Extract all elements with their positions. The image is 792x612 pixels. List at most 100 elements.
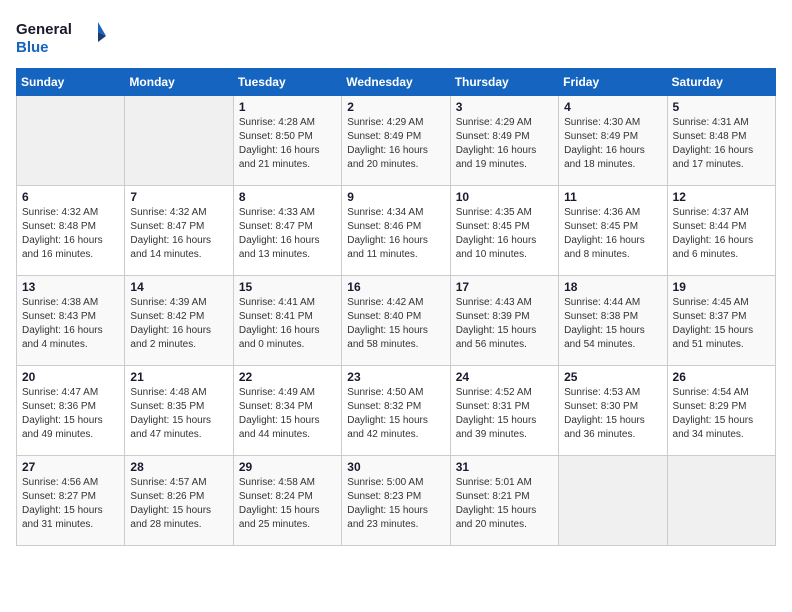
calendar-cell: 13 Sunrise: 4:38 AMSunset: 8:43 PMDayligh… xyxy=(17,276,125,366)
calendar-cell: 29 Sunrise: 4:58 AMSunset: 8:24 PMDayligh… xyxy=(233,456,341,546)
calendar-cell: 10 Sunrise: 4:35 AMSunset: 8:45 PMDayligh… xyxy=(450,186,558,276)
day-info: Sunrise: 4:44 AMSunset: 8:38 PMDaylight:… xyxy=(564,296,661,352)
calendar-cell: 28Sunrise: 4:57 AMSunset: 8:26 PMDayligh… xyxy=(125,456,233,546)
day-number: 9 xyxy=(347,190,444,204)
day-number: 10 xyxy=(456,190,553,204)
day-number: 18 xyxy=(564,280,661,294)
calendar-header-row: SundayMondayTuesdayWednesdayThursdayFrid… xyxy=(17,69,776,96)
day-info: Sunrise: 4:52 AMSunset: 8:31 PMDaylight:… xyxy=(456,386,553,442)
calendar-cell: 7Sunrise: 4:32 AMSunset: 8:47 PMDaylight… xyxy=(125,186,233,276)
day-info: Sunrise: 4:33 AMSunset: 8:47 PMDaylight:… xyxy=(239,206,336,262)
day-number: 17 xyxy=(456,280,553,294)
column-header-friday: Friday xyxy=(559,69,667,96)
calendar-week-5: 27Sunrise: 4:56 AMSunset: 8:27 PMDayligh… xyxy=(17,456,776,546)
day-number: 6 xyxy=(22,190,119,204)
calendar-cell: 1Sunrise: 4:28 AMSunset: 8:50 PMDaylight… xyxy=(233,96,341,186)
calendar-cell: 6 Sunrise: 4:32 AMSunset: 8:48 PMDaylight… xyxy=(17,186,125,276)
calendar-week-2: 6 Sunrise: 4:32 AMSunset: 8:48 PMDaylight… xyxy=(17,186,776,276)
calendar-cell: 11 Sunrise: 4:36 AMSunset: 8:45 PMDayligh… xyxy=(559,186,667,276)
logo-icon: General Blue xyxy=(16,16,106,60)
day-info: Sunrise: 4:29 AMSunset: 8:49 PMDaylight:… xyxy=(347,116,444,172)
svg-text:Blue: Blue xyxy=(16,39,49,56)
day-number: 11 xyxy=(564,190,661,204)
day-info: Sunrise: 4:57 AMSunset: 8:26 PMDaylight:… xyxy=(130,476,227,532)
day-number: 14 xyxy=(130,280,227,294)
column-header-saturday: Saturday xyxy=(667,69,775,96)
day-info: Sunrise: 4:32 AMSunset: 8:48 PMDaylight:… xyxy=(22,206,119,262)
calendar-cell: 23Sunrise: 4:50 AMSunset: 8:32 PMDayligh… xyxy=(342,366,450,456)
day-number: 23 xyxy=(347,370,444,384)
day-number: 15 xyxy=(239,280,336,294)
calendar-cell: 31Sunrise: 5:01 AMSunset: 8:21 PMDayligh… xyxy=(450,456,558,546)
day-info: Sunrise: 4:43 AMSunset: 8:39 PMDaylight:… xyxy=(456,296,553,352)
calendar-cell: 24 Sunrise: 4:52 AMSunset: 8:31 PMDayligh… xyxy=(450,366,558,456)
day-number: 5 xyxy=(673,100,770,114)
day-number: 19 xyxy=(673,280,770,294)
day-info: Sunrise: 4:41 AMSunset: 8:41 PMDaylight:… xyxy=(239,296,336,352)
calendar-cell: 21 Sunrise: 4:48 AMSunset: 8:35 PMDayligh… xyxy=(125,366,233,456)
day-info: Sunrise: 4:36 AMSunset: 8:45 PMDaylight:… xyxy=(564,206,661,262)
calendar-cell: 16 Sunrise: 4:42 AMSunset: 8:40 PMDayligh… xyxy=(342,276,450,366)
day-number: 22 xyxy=(239,370,336,384)
day-number: 13 xyxy=(22,280,119,294)
calendar-cell: 26 Sunrise: 4:54 AMSunset: 8:29 PMDayligh… xyxy=(667,366,775,456)
column-header-tuesday: Tuesday xyxy=(233,69,341,96)
day-number: 12 xyxy=(673,190,770,204)
calendar-cell xyxy=(667,456,775,546)
calendar-cell: 20Sunrise: 4:47 AMSunset: 8:36 PMDayligh… xyxy=(17,366,125,456)
calendar-week-4: 20Sunrise: 4:47 AMSunset: 8:36 PMDayligh… xyxy=(17,366,776,456)
day-info: Sunrise: 4:54 AMSunset: 8:29 PMDaylight:… xyxy=(673,386,770,442)
day-info: Sunrise: 4:58 AMSunset: 8:24 PMDaylight:… xyxy=(239,476,336,532)
day-info: Sunrise: 4:34 AMSunset: 8:46 PMDaylight:… xyxy=(347,206,444,262)
calendar-cell: 9 Sunrise: 4:34 AMSunset: 8:46 PMDaylight… xyxy=(342,186,450,276)
day-info: Sunrise: 4:39 AMSunset: 8:42 PMDaylight:… xyxy=(130,296,227,352)
day-number: 16 xyxy=(347,280,444,294)
calendar-cell: 19 Sunrise: 4:45 AMSunset: 8:37 PMDayligh… xyxy=(667,276,775,366)
calendar-cell: 3Sunrise: 4:29 AMSunset: 8:49 PMDaylight… xyxy=(450,96,558,186)
calendar-cell xyxy=(125,96,233,186)
day-info: Sunrise: 4:42 AMSunset: 8:40 PMDaylight:… xyxy=(347,296,444,352)
day-info: Sunrise: 4:45 AMSunset: 8:37 PMDaylight:… xyxy=(673,296,770,352)
day-info: Sunrise: 4:47 AMSunset: 8:36 PMDaylight:… xyxy=(22,386,119,442)
day-info: Sunrise: 4:49 AMSunset: 8:34 PMDaylight:… xyxy=(239,386,336,442)
day-number: 29 xyxy=(239,460,336,474)
day-number: 8 xyxy=(239,190,336,204)
day-info: Sunrise: 4:38 AMSunset: 8:43 PMDaylight:… xyxy=(22,296,119,352)
day-number: 7 xyxy=(130,190,227,204)
day-info: Sunrise: 4:48 AMSunset: 8:35 PMDaylight:… xyxy=(130,386,227,442)
day-number: 21 xyxy=(130,370,227,384)
day-info: Sunrise: 5:00 AMSunset: 8:23 PMDaylight:… xyxy=(347,476,444,532)
calendar-cell xyxy=(559,456,667,546)
svg-text:General: General xyxy=(16,21,72,38)
calendar-cell: 2 Sunrise: 4:29 AMSunset: 8:49 PMDaylight… xyxy=(342,96,450,186)
day-number: 24 xyxy=(456,370,553,384)
day-number: 27 xyxy=(22,460,119,474)
calendar-cell: 22 Sunrise: 4:49 AMSunset: 8:34 PMDayligh… xyxy=(233,366,341,456)
day-number: 2 xyxy=(347,100,444,114)
day-number: 4 xyxy=(564,100,661,114)
day-number: 31 xyxy=(456,460,553,474)
day-info: Sunrise: 4:37 AMSunset: 8:44 PMDaylight:… xyxy=(673,206,770,262)
calendar-week-1: 1Sunrise: 4:28 AMSunset: 8:50 PMDaylight… xyxy=(17,96,776,186)
day-number: 30 xyxy=(347,460,444,474)
calendar-cell: 12 Sunrise: 4:37 AMSunset: 8:44 PMDayligh… xyxy=(667,186,775,276)
calendar-table: SundayMondayTuesdayWednesdayThursdayFrid… xyxy=(16,68,776,546)
column-header-wednesday: Wednesday xyxy=(342,69,450,96)
day-info: Sunrise: 4:35 AMSunset: 8:45 PMDaylight:… xyxy=(456,206,553,262)
calendar-cell: 27Sunrise: 4:56 AMSunset: 8:27 PMDayligh… xyxy=(17,456,125,546)
day-info: Sunrise: 4:29 AMSunset: 8:49 PMDaylight:… xyxy=(456,116,553,172)
calendar-cell: 25 Sunrise: 4:53 AMSunset: 8:30 PMDayligh… xyxy=(559,366,667,456)
logo: General Blue xyxy=(16,16,106,60)
calendar-week-3: 13 Sunrise: 4:38 AMSunset: 8:43 PMDayligh… xyxy=(17,276,776,366)
day-number: 25 xyxy=(564,370,661,384)
day-number: 26 xyxy=(673,370,770,384)
calendar-cell: 18 Sunrise: 4:44 AMSunset: 8:38 PMDayligh… xyxy=(559,276,667,366)
day-info: Sunrise: 4:53 AMSunset: 8:30 PMDaylight:… xyxy=(564,386,661,442)
calendar-cell: 14 Sunrise: 4:39 AMSunset: 8:42 PMDayligh… xyxy=(125,276,233,366)
calendar-cell: 4Sunrise: 4:30 AMSunset: 8:49 PMDaylight… xyxy=(559,96,667,186)
column-header-sunday: Sunday xyxy=(17,69,125,96)
calendar-cell: 17 Sunrise: 4:43 AMSunset: 8:39 PMDayligh… xyxy=(450,276,558,366)
day-number: 1 xyxy=(239,100,336,114)
column-header-thursday: Thursday xyxy=(450,69,558,96)
day-info: Sunrise: 4:31 AMSunset: 8:48 PMDaylight:… xyxy=(673,116,770,172)
